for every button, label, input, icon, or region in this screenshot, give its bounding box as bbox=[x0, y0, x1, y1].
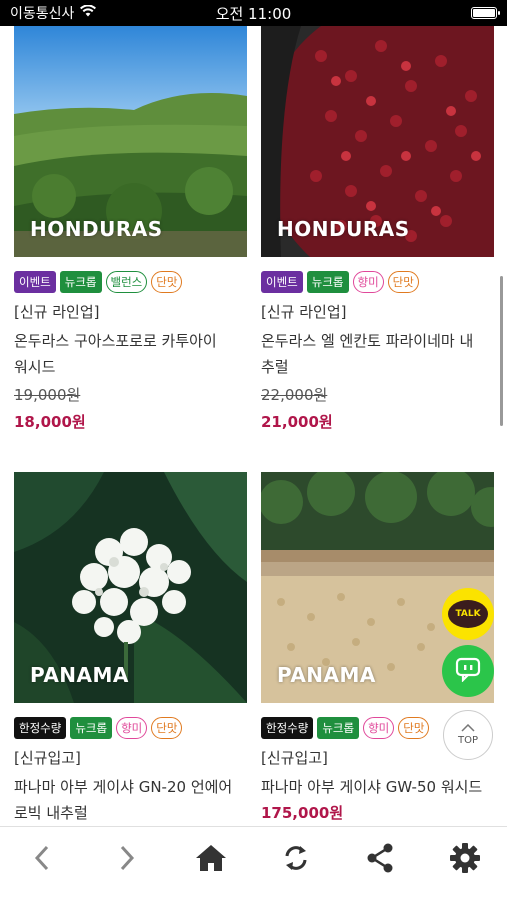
product-name-line: 파나마 아부 게이샤 GW-50 워시드 bbox=[261, 778, 483, 796]
product-name-line: 온두라스 구아스포로로 카투아이 bbox=[14, 332, 217, 350]
line-tag: [신규 라인업] bbox=[261, 303, 347, 321]
back-icon bbox=[34, 845, 50, 875]
newcrop-badge: 뉴크롭 bbox=[59, 271, 102, 293]
origin-label: HONDURAS bbox=[30, 217, 163, 241]
sweet-badge: 단맛 bbox=[398, 717, 430, 739]
scroll-top-button[interactable]: TOP bbox=[443, 710, 493, 760]
chevron-up-icon bbox=[461, 723, 475, 735]
scrollbar-thumb[interactable] bbox=[500, 276, 503, 426]
origin-label: PANAMA bbox=[30, 663, 129, 687]
back-button[interactable] bbox=[14, 835, 70, 885]
kakao-talk-button[interactable]: TALK bbox=[442, 588, 494, 640]
limited-badge: 한정수량 bbox=[261, 717, 314, 739]
sweet-badge: 단맛 bbox=[151, 271, 183, 293]
product-card[interactable]: HONDURAS 이벤트 뉴크롭 밸런스 단맛 [신규 라인업] 온두라스 구아… bbox=[14, 26, 247, 432]
product-name[interactable]: 파나마 아부 게이샤 GW-50 워시드 bbox=[261, 774, 494, 800]
home-icon bbox=[195, 844, 227, 876]
product-card[interactable]: PANAMA 한정수량 뉴크롭 향미 단맛 [신규입고] 파나마 아부 게이샤 … bbox=[14, 472, 247, 826]
sale-price: 21,000원 bbox=[261, 413, 333, 431]
origin-label: HONDURAS bbox=[277, 217, 410, 241]
event-badge: 이벤트 bbox=[261, 271, 303, 293]
gear-icon bbox=[449, 842, 480, 877]
original-price: 22,000원 bbox=[261, 386, 328, 404]
sweet-badge: 단맛 bbox=[387, 271, 419, 293]
product-name[interactable]: 온두라스 구아스포로로 카투아이 워시드 bbox=[14, 328, 247, 380]
product-name-line: 로빅 내추럴 bbox=[14, 804, 88, 822]
talk-label: TALK bbox=[448, 600, 488, 628]
product-name-line: 파나마 아부 게이샤 GN-20 언에어 bbox=[14, 778, 233, 796]
sweet-badge: 단맛 bbox=[151, 717, 183, 739]
product-image[interactable]: PANAMA bbox=[14, 472, 247, 703]
status-time: 오전 11:00 bbox=[215, 4, 292, 23]
origin-label: PANAMA bbox=[277, 663, 376, 687]
badge-row: 한정수량 뉴크롭 향미 단맛 bbox=[14, 717, 247, 739]
refresh-button[interactable] bbox=[268, 835, 324, 885]
status-bar: 이동통신사 오전 11:00 bbox=[0, 0, 507, 26]
battery-icon bbox=[471, 7, 500, 19]
aroma-badge: 향미 bbox=[352, 271, 384, 293]
home-button[interactable] bbox=[183, 835, 239, 885]
badge-row: 이벤트 뉴크롭 향미 단맛 bbox=[261, 271, 494, 293]
aroma-badge: 향미 bbox=[363, 717, 395, 739]
chat-icon bbox=[454, 656, 482, 686]
product-name-line: 온두라스 엘 엔칸토 파라이네마 내 bbox=[261, 332, 474, 350]
product-card[interactable]: HONDURAS 이벤트 뉴크롭 향미 단맛 [신규 라인업] 온두라스 엘 엔… bbox=[261, 26, 494, 432]
badge-row: 이벤트 뉴크롭 밸런스 단맛 bbox=[14, 271, 247, 293]
product-image[interactable]: HONDURAS bbox=[14, 26, 247, 257]
original-price: 19,000원 bbox=[14, 386, 81, 404]
newcrop-badge: 뉴크롭 bbox=[317, 717, 360, 739]
forward-icon bbox=[119, 845, 135, 875]
sale-price: 175,000원 bbox=[261, 804, 344, 822]
line-tag: [신규 라인업] bbox=[14, 303, 100, 321]
event-badge: 이벤트 bbox=[14, 271, 56, 293]
limited-badge: 한정수량 bbox=[14, 717, 67, 739]
bottom-navigation bbox=[0, 826, 507, 900]
product-name-line: 추럴 bbox=[261, 358, 289, 376]
settings-button[interactable] bbox=[437, 835, 493, 885]
newcrop-badge: 뉴크롭 bbox=[70, 717, 113, 739]
refresh-icon bbox=[282, 843, 310, 877]
newcrop-badge: 뉴크롭 bbox=[306, 271, 349, 293]
aroma-badge: 향미 bbox=[116, 717, 148, 739]
chat-button[interactable] bbox=[442, 645, 494, 697]
sale-price: 18,000원 bbox=[14, 413, 86, 431]
forward-button[interactable] bbox=[99, 835, 155, 885]
product-name[interactable]: 온두라스 엘 엔칸토 파라이네마 내 추럴 bbox=[261, 328, 494, 380]
balance-badge: 밸런스 bbox=[105, 271, 148, 293]
product-name[interactable]: 파나마 아부 게이샤 GN-20 언에어 로빅 내추럴 bbox=[14, 774, 247, 826]
product-name-line: 워시드 bbox=[14, 358, 56, 376]
line-tag: [신규입고] bbox=[14, 749, 81, 767]
share-icon bbox=[366, 843, 394, 877]
top-label: TOP bbox=[457, 735, 478, 746]
share-button[interactable] bbox=[352, 835, 408, 885]
product-grid: HONDURAS 이벤트 뉴크롭 밸런스 단맛 [신규 라인업] 온두라스 구아… bbox=[0, 26, 507, 826]
product-image[interactable]: HONDURAS bbox=[261, 26, 494, 257]
